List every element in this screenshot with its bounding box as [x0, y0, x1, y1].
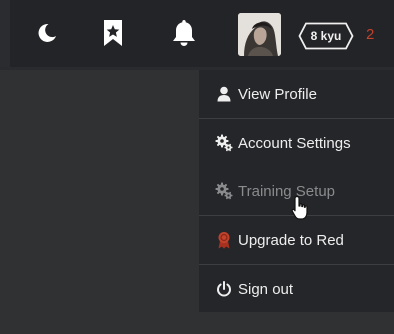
bell-icon [173, 20, 195, 46]
menu-item-label: View Profile [238, 85, 317, 103]
menu-item-sign-out[interactable]: Sign out [199, 265, 394, 313]
menu-item-label: Upgrade to Red [238, 231, 344, 249]
menu-item-view-profile[interactable]: View Profile [199, 70, 394, 118]
menu-item-label: Account Settings [238, 134, 351, 152]
menu-item-account-settings[interactable]: Account Settings [199, 119, 394, 167]
user-avatar[interactable] [238, 13, 281, 56]
menu-item-label: Sign out [238, 280, 294, 298]
user-dropdown-menu: View Profile Account Settings Training S… [199, 70, 394, 312]
bookmarks-button[interactable] [98, 18, 128, 48]
notifications-button[interactable] [169, 18, 199, 48]
gear-icon [215, 182, 233, 200]
red-ribbon-icon [215, 231, 233, 249]
theme-toggle-button[interactable] [31, 18, 61, 48]
moon-icon [38, 23, 56, 42]
hand-pointer-cursor-icon [291, 195, 308, 220]
gear-icon [215, 134, 233, 152]
avatar-image [238, 13, 281, 56]
left-edge-strip [0, 0, 10, 67]
power-icon [215, 280, 233, 298]
menu-item-label: Training Setup [238, 182, 336, 200]
menu-item-upgrade-to-red[interactable]: Upgrade to Red [199, 216, 394, 264]
rank-label: 8 kyu [310, 29, 342, 43]
honor-count[interactable]: 2 [366, 26, 374, 43]
rank-badge[interactable]: 8 kyu [298, 22, 354, 50]
user-icon [215, 85, 233, 103]
bookmark-star-icon [104, 20, 122, 46]
